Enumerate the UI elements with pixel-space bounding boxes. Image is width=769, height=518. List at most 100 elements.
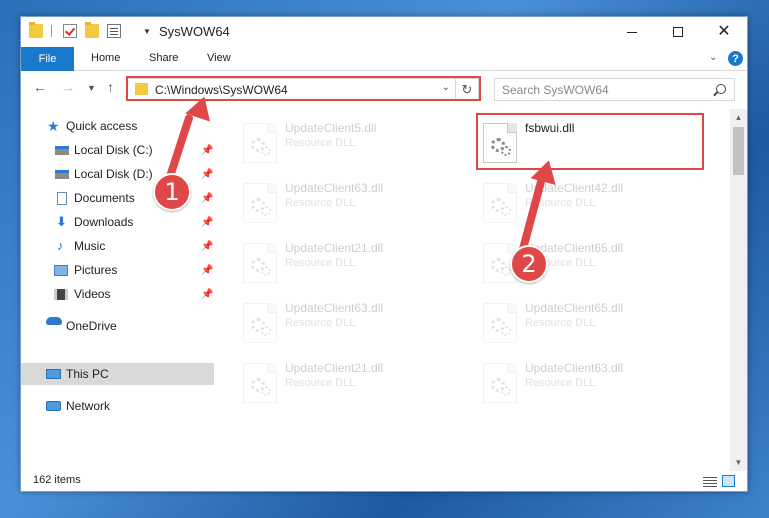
recent-locations-icon[interactable]: ▼ (87, 83, 96, 93)
file-name: UpdateClient63.dll (285, 301, 384, 315)
search-input[interactable]: Search SysWOW64 (494, 78, 735, 101)
file-item[interactable]: UpdateClient63.dll Resource DLL (235, 295, 460, 347)
nav-label: Pictures (74, 263, 118, 277)
nav-item-videos[interactable]: Videos 📌 (21, 283, 214, 305)
nav-item-pictures[interactable]: Pictures 📌 (21, 259, 214, 281)
back-arrow-icon[interactable]: ← (33, 79, 47, 95)
dll-file-icon (243, 123, 277, 163)
file-item[interactable]: UpdateClient65.dll Resource DLL (475, 235, 700, 287)
pin-icon: 📌 (201, 264, 214, 276)
scrollbar-thumb[interactable] (733, 127, 744, 175)
step-badge-1: 1 (153, 173, 191, 211)
file-item[interactable]: UpdateClient63.dll Resource DLL (235, 175, 460, 227)
ribbon-tabs: File Home Share View ⌄ ? (21, 47, 747, 71)
nav-label: This PC (66, 367, 109, 381)
file-name: UpdateClient5.dll (285, 121, 377, 135)
minimize-icon (627, 31, 637, 33)
dll-file-icon (483, 363, 517, 403)
nav-label: Documents (74, 191, 135, 205)
folder-icon (29, 22, 43, 38)
quick-access-toolbar-dropdown-icon[interactable]: ▼ (143, 27, 151, 36)
minimize-button[interactable] (609, 17, 655, 47)
search-placeholder: Search SysWOW64 (502, 83, 609, 97)
cloud-icon (46, 317, 62, 325)
file-type: Resource DLL (525, 377, 596, 389)
file-type: Resource DLL (525, 317, 596, 329)
help-icon[interactable]: ? (728, 51, 743, 66)
pictures-icon (54, 264, 68, 276)
address-bar-highlight (126, 76, 481, 101)
computer-icon (46, 369, 61, 379)
file-type: Resource DLL (285, 377, 356, 389)
nav-label: Quick access (66, 119, 138, 133)
tab-file[interactable]: File (21, 47, 74, 71)
pin-icon: 📌 (201, 288, 214, 300)
dll-file-icon (243, 303, 277, 343)
nav-label: Downloads (74, 215, 134, 229)
nav-item-downloads[interactable]: ⬇ Downloads 📌 (21, 211, 214, 233)
scroll-up-icon[interactable]: ▲ (730, 109, 747, 126)
close-button[interactable]: ✕ (701, 17, 747, 47)
scroll-down-icon[interactable]: ▼ (730, 454, 747, 471)
nav-label: OneDrive (66, 319, 117, 333)
nav-item-onedrive[interactable]: OneDrive (21, 315, 214, 337)
status-bar: 162 items (21, 471, 747, 491)
file-item[interactable]: UpdateClient63.dll Resource DLL (475, 355, 700, 407)
tab-view[interactable]: View (207, 52, 231, 64)
dll-file-icon (483, 303, 517, 343)
pin-icon: 📌 (201, 168, 214, 180)
file-item[interactable]: UpdateClient42.dll Resource DLL (475, 175, 700, 227)
nav-item-music[interactable]: ♪ Music 📌 (21, 235, 214, 257)
step-badge-2: 2 (510, 245, 548, 283)
download-icon: ⬇ (56, 214, 67, 229)
pin-icon: 📌 (201, 216, 214, 228)
large-icons-view-icon[interactable] (722, 475, 735, 487)
file-item[interactable]: UpdateClient5.dll Resource DLL (235, 115, 460, 167)
properties-icon[interactable] (107, 24, 121, 38)
file-type: Resource DLL (285, 197, 356, 209)
vertical-scrollbar[interactable]: ▲ ▼ (730, 109, 747, 471)
title-bar: ▼ SysWOW64 ✕ (21, 17, 747, 47)
nav-item-this-pc[interactable]: This PC (21, 363, 214, 385)
file-type: Resource DLL (285, 257, 356, 269)
file-highlight (476, 113, 704, 170)
file-name: UpdateClient65.dll (525, 301, 624, 315)
pin-icon: 📌 (201, 144, 214, 156)
search-icon[interactable] (716, 84, 726, 94)
toolbar-separator (51, 25, 52, 37)
expand-ribbon-icon[interactable]: ⌄ (709, 52, 717, 63)
videos-icon (54, 288, 68, 300)
properties-check-icon[interactable] (63, 24, 77, 38)
up-arrow-icon[interactable]: ↑ (107, 79, 114, 95)
item-count: 162 items (33, 474, 81, 486)
nav-label: Local Disk (D:) (74, 167, 153, 181)
nav-label: Videos (74, 287, 111, 301)
document-icon (57, 191, 67, 205)
maximize-icon (673, 27, 683, 37)
nav-label: Local Disk (C:) (74, 143, 153, 157)
maximize-button[interactable] (655, 17, 701, 47)
file-type: Resource DLL (285, 137, 356, 149)
new-folder-icon[interactable] (85, 22, 99, 38)
file-name: UpdateClient21.dll (285, 361, 384, 375)
nav-label: Music (74, 239, 106, 253)
nav-item-network[interactable]: Network (21, 395, 214, 417)
dll-file-icon (243, 243, 277, 283)
file-name: UpdateClient63.dll (285, 181, 384, 195)
file-item[interactable]: UpdateClient21.dll Resource DLL (235, 355, 460, 407)
dll-file-icon (483, 183, 517, 223)
file-item[interactable]: UpdateClient21.dll Resource DLL (235, 235, 460, 287)
forward-arrow-icon[interactable]: → (61, 79, 75, 95)
dll-file-icon (243, 363, 277, 403)
star-icon: ★ (47, 118, 60, 134)
pin-icon: 📌 (201, 192, 214, 204)
file-item[interactable]: UpdateClient65.dll Resource DLL (475, 295, 700, 347)
details-view-icon[interactable] (703, 476, 717, 487)
tab-share[interactable]: Share (149, 52, 178, 64)
tab-home[interactable]: Home (91, 52, 120, 64)
file-name: UpdateClient63.dll (525, 361, 624, 375)
pin-icon: 📌 (201, 240, 214, 252)
drive-icon (55, 169, 69, 179)
music-icon: ♪ (57, 238, 64, 253)
window-title: SysWOW64 (159, 24, 230, 39)
